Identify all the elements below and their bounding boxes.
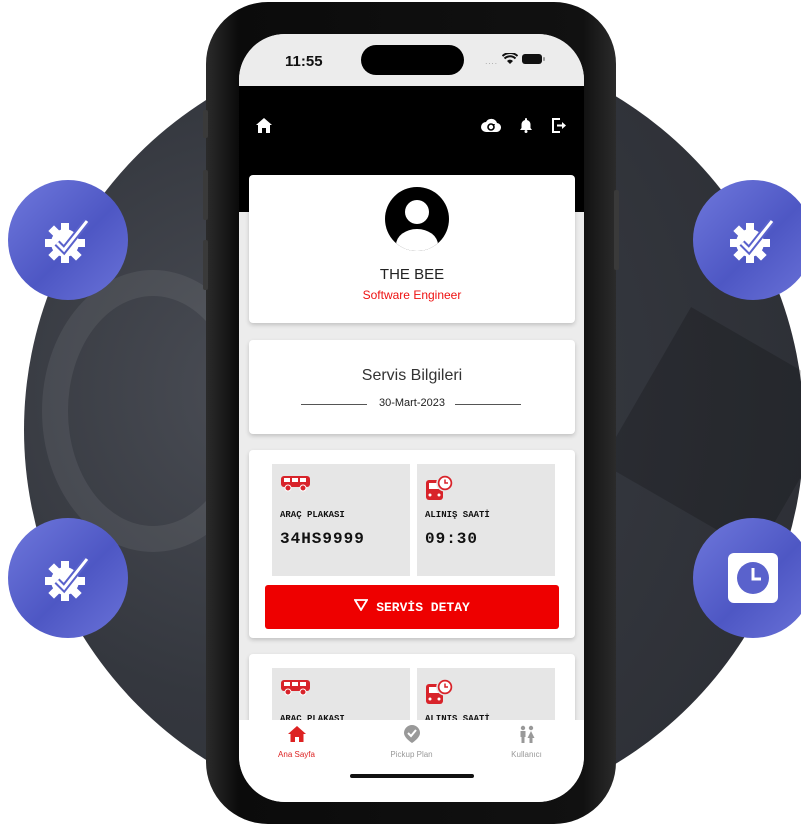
plate-value: 34HS9999	[280, 530, 365, 548]
profile-card: THE BEE Software Engineer	[249, 175, 575, 323]
tab-label: Ana Sayfa	[278, 750, 315, 759]
main-content[interactable]: THE BEE Software Engineer Servis Bilgile…	[239, 86, 584, 726]
check-badge-icon	[403, 725, 420, 745]
tab-kullanici[interactable]: Kullanıcı	[469, 725, 584, 759]
bottom-tab-bar: Ana Sayfa Pickup Plan Kullanıcı	[239, 720, 584, 802]
phone-volume-down	[203, 240, 208, 290]
avatar	[385, 187, 449, 251]
service-detail-label: SERVİS DETAY	[376, 599, 470, 615]
battery-icon	[522, 52, 546, 70]
home-indicator	[350, 774, 474, 778]
pickup-time-value: 09:30	[425, 530, 479, 548]
status-time: 11:55	[285, 53, 323, 70]
clock-badge-bottom-right	[693, 518, 801, 638]
tab-ana-sayfa[interactable]: Ana Sayfa	[239, 726, 354, 759]
tab-label: Kullanıcı	[511, 750, 542, 759]
phone-screen: 11:55 .... THE BEE Software Engineer Ser…	[239, 34, 584, 802]
bus-clock-icon	[425, 474, 455, 507]
divider-right	[455, 404, 521, 405]
pickup-time-box: ALINIŞ SAATİ 09:30	[417, 464, 555, 576]
bus-clock-icon	[425, 678, 455, 711]
gear-check-icon	[41, 213, 95, 267]
dynamic-island	[361, 45, 464, 75]
phone-side-button	[203, 110, 208, 138]
plate-label: ARAÇ PLAKASI	[280, 510, 345, 520]
profile-name: THE BEE	[379, 266, 445, 283]
phone-power-button	[614, 190, 619, 270]
bus-icon	[280, 474, 312, 497]
signal-dots-icon: ....	[485, 56, 498, 66]
status-bar: 11:55 ....	[239, 34, 584, 86]
triangle-down-icon	[353, 599, 369, 615]
gear-check-badge-top-right	[693, 180, 801, 300]
plate-box: ARAÇ PLAKASI	[272, 668, 410, 726]
service-info-card: Servis Bilgileri 30-Mart-2023	[249, 340, 575, 434]
tab-pickup-plan[interactable]: Pickup Plan	[354, 725, 469, 759]
people-icon	[518, 725, 536, 745]
clock-icon	[725, 550, 781, 606]
bus-icon	[280, 678, 312, 701]
gear-check-icon	[726, 213, 780, 267]
wifi-icon	[501, 52, 519, 70]
gear-check-icon	[41, 551, 95, 605]
service-date: 30-Mart-2023	[378, 397, 446, 409]
service-title: Servis Bilgileri	[361, 367, 463, 384]
gear-check-badge-top-left	[8, 180, 128, 300]
trip-card: ARAÇ PLAKASI ALINIŞ SAATİ	[249, 654, 575, 726]
gear-check-badge-bottom-left	[8, 518, 128, 638]
status-icons: ....	[485, 52, 546, 70]
tab-label: Pickup Plan	[390, 750, 433, 759]
trip-card: ARAÇ PLAKASI 34HS9999 ALINIŞ SAATİ 09:30…	[249, 450, 575, 638]
person-icon	[396, 200, 438, 251]
profile-role: Software Engineer	[362, 288, 462, 302]
plate-box: ARAÇ PLAKASI 34HS9999	[272, 464, 410, 576]
home-icon	[287, 726, 306, 744]
phone-volume-up	[203, 170, 208, 220]
pickup-time-label: ALINIŞ SAATİ	[425, 510, 490, 520]
pickup-time-box: ALINIŞ SAATİ	[417, 668, 555, 726]
service-detail-button[interactable]: SERVİS DETAY	[265, 585, 559, 629]
